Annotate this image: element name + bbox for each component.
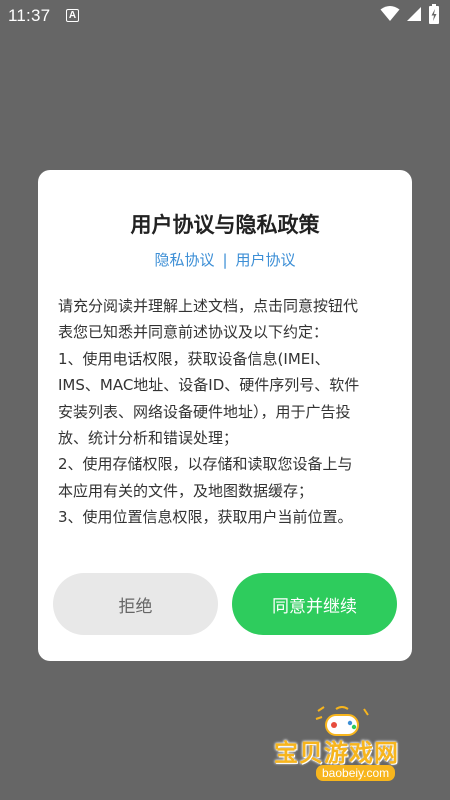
watermark-title: 宝贝游戏网: [274, 739, 399, 767]
body-line: 2、使用存储权限，以存储和读取您设备上与: [58, 455, 353, 474]
dialog-body-text: 请充分阅读并理解上述文档，点击同意按钮代 表您已知悉并同意前述协议及以下约定： …: [58, 293, 394, 531]
body-line: 本应用有关的文件，及地图数据缓存；: [58, 481, 314, 500]
user-agreement-link[interactable]: 用户协议: [236, 251, 296, 269]
reject-button[interactable]: 拒绝: [53, 573, 218, 635]
privacy-agreement-link[interactable]: 隐私协议: [154, 251, 214, 269]
privacy-dialog: 用户协议与隐私政策 隐私协议 | 用户协议 请充分阅读并理解上述文档，点击同意按钮代…: [38, 170, 412, 661]
policy-links: 隐私协议 | 用户协议: [38, 248, 412, 272]
wifi-icon: [380, 5, 400, 27]
watermark: 宝贝游戏网 baobeiy.com: [270, 705, 445, 790]
body-line: 请充分阅读并理解上述文档，点击同意按钮代: [58, 297, 359, 315]
link-separator: |: [222, 251, 228, 269]
status-bar: 11:37 A: [0, 0, 450, 32]
body-line: 3、使用位置信息权限，获取用户当前位置。: [58, 508, 353, 527]
battery-charging-icon: [428, 4, 440, 28]
status-time: 11:37: [8, 6, 51, 25]
notification-a-icon: A: [66, 9, 79, 22]
body-line: 安装列表、网络设备硬件地址），用于广告投: [58, 402, 351, 421]
body-line: 表您已知悉并同意前述协议及以下约定：: [58, 323, 329, 342]
signal-icon: [406, 5, 422, 27]
watermark-url: baobeiy.com: [316, 765, 396, 781]
body-line: 1、使用电话权限，获取设备信息(IMEI、: [58, 349, 330, 368]
body-line: 放、统计分析和错误处理；: [58, 429, 239, 448]
dialog-title: 用户协议与隐私政策: [130, 213, 320, 237]
body-line: IMS、MAC地址、设备ID、硬件序列号、软件: [58, 376, 360, 395]
agree-continue-button[interactable]: 同意并继续: [232, 573, 397, 635]
status-icons: [380, 4, 440, 28]
